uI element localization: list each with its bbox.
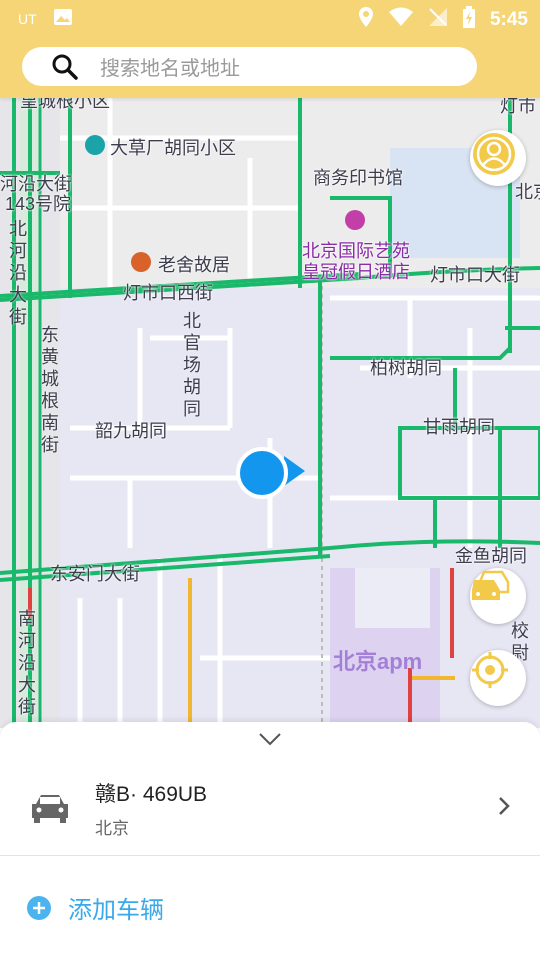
map-label: 皇冠假日酒店 <box>302 262 410 282</box>
map-label: 韶九胡同 <box>95 421 167 441</box>
traffic-button[interactable] <box>470 568 526 624</box>
map-label: 143号院 <box>5 194 72 214</box>
search-bar[interactable]: 搜索地名或地址 <box>22 47 477 86</box>
map-label: 东安门大街 <box>50 564 140 584</box>
user-profile-button[interactable] <box>470 130 526 186</box>
chevron-right-icon <box>498 796 510 821</box>
map-label: 甘雨胡同 <box>423 417 495 437</box>
map-label: 金鱼胡同 <box>455 546 527 566</box>
map-label: 商务印书馆 <box>313 168 403 188</box>
add-vehicle-label: 添加车辆 <box>68 897 164 924</box>
divider <box>0 855 540 856</box>
gallery-icon <box>53 8 73 29</box>
map-label: 北官场胡同 <box>183 311 201 419</box>
add-circle-icon <box>27 895 51 920</box>
search-icon <box>52 53 80 81</box>
vehicle-city: 北京 <box>95 819 129 838</box>
map-label: 大草厂胡同小区 <box>110 138 236 158</box>
map-label: 灯市口西街 <box>123 283 213 303</box>
map-label-apm: 北京apm <box>333 649 423 674</box>
vehicle-plate: 赣B· 469UB <box>95 783 208 806</box>
add-vehicle-button[interactable]: 添加车辆 <box>26 890 164 925</box>
status-bar: UT 5:45 <box>0 0 540 36</box>
map-label: 北河沿大街 <box>9 219 27 327</box>
map-label: 北京 <box>515 182 540 202</box>
no-signal-icon <box>428 7 448 32</box>
map-label: 灯市口大街 <box>430 265 520 285</box>
map-label: 柏树胡同 <box>370 358 442 378</box>
car-traffic-icon <box>472 570 510 600</box>
map-label: 皇城根小区 <box>20 98 110 111</box>
car-icon <box>30 792 70 829</box>
wifi-icon <box>388 7 414 32</box>
crosshair-icon <box>472 652 508 688</box>
collapse-chevron-icon[interactable] <box>258 732 282 751</box>
map-label: 灯市 <box>500 98 536 116</box>
user-avatar-icon <box>473 133 515 175</box>
map-label: 南河沿大街 <box>18 609 36 717</box>
battery-icon <box>462 6 476 33</box>
vehicle-item[interactable]: 赣B· 469UB 北京 <box>0 766 540 854</box>
location-status-icon <box>358 6 374 33</box>
search-input[interactable]: 搜索地名或地址 <box>100 52 240 81</box>
map-label: 老舍故居 <box>158 255 230 275</box>
locate-me-button[interactable] <box>470 650 526 706</box>
map-view[interactable]: 皇城根小区 灯市 大草厂胡同小区 河沿大街 143号院 商务印书馆 北京 老舍故… <box>0 98 540 728</box>
carrier-label: UT <box>18 10 37 27</box>
vehicle-sheet: 赣B· 469UB 北京 添加车辆 <box>0 722 540 960</box>
map-label: 东黄城根南街 <box>41 325 59 455</box>
clock: 5:45 <box>489 8 528 30</box>
app-header: UT 5:45 搜索地名或地址 <box>0 0 540 98</box>
